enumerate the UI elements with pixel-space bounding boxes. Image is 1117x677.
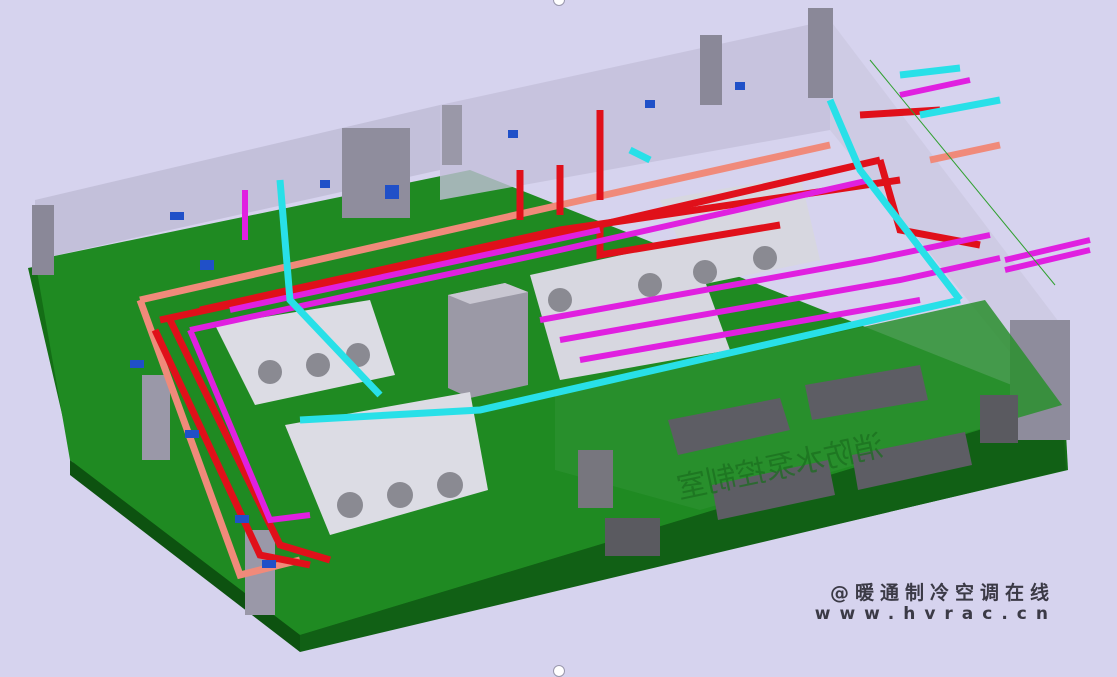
pump [337, 492, 363, 518]
pipe-run [899, 77, 971, 98]
column [32, 205, 54, 275]
pump [306, 353, 330, 377]
watermark-url: www.hvrac.cn [814, 604, 1057, 624]
pump [437, 472, 463, 498]
watermark-title: @暖通制冷空调在线 [829, 582, 1055, 604]
valve [508, 130, 518, 138]
pipe-run [899, 64, 961, 79]
valve [262, 560, 276, 568]
pipe-run [929, 141, 1001, 164]
column [700, 35, 722, 105]
pump [753, 246, 777, 270]
pump [548, 288, 572, 312]
bim-plant-room-model: 消防水泵控制室 [28, 8, 1091, 652]
valve [645, 100, 655, 108]
column [808, 8, 833, 98]
column [342, 128, 410, 218]
cabinet [605, 518, 660, 556]
pump [693, 260, 717, 284]
pump [258, 360, 282, 384]
valve [320, 180, 330, 188]
valve [385, 185, 399, 199]
valve [170, 212, 184, 220]
bottom-resize-handle[interactable] [553, 665, 565, 677]
back-wall-right [440, 20, 830, 200]
valve [200, 260, 214, 270]
valve [735, 82, 745, 90]
cabinet [980, 395, 1018, 443]
valve [185, 430, 199, 438]
valve [130, 360, 144, 368]
pump [638, 273, 662, 297]
valve [235, 515, 249, 523]
pump [387, 482, 413, 508]
column [142, 375, 170, 460]
column [442, 105, 462, 165]
cabinet [578, 450, 613, 508]
